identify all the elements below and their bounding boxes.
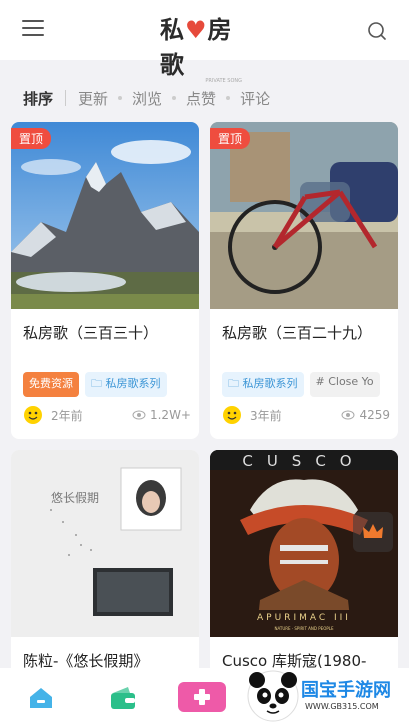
tag-keyword[interactable]: # Close Yo xyxy=(309,372,380,397)
menu-icon[interactable] xyxy=(22,20,44,38)
pinned-badge: 置顶 xyxy=(210,128,251,149)
logo-text-a: 私 xyxy=(160,15,185,44)
sort-option-views[interactable]: 浏览 xyxy=(132,88,162,109)
post-card[interactable]: 置顶 私房歌（三百二十九） 🗀 私房歌系列 # Close Yo 3年前 425… xyxy=(210,122,398,439)
sort-bar: 排序 更新 浏览 点赞 评论 xyxy=(0,86,409,110)
post-time: 3年前 xyxy=(250,408,282,423)
album-title-text: CUSCO xyxy=(242,452,365,470)
watermark-text: 国宝手游网 xyxy=(301,680,391,701)
post-time: 2年前 xyxy=(51,408,83,423)
view-count: 1.2W+ xyxy=(149,408,191,422)
avatar[interactable] xyxy=(23,405,43,425)
watermark-url: WWW.GB315.COM xyxy=(305,702,379,711)
add-post-icon[interactable] xyxy=(178,682,226,712)
pinned-badge: 置顶 xyxy=(11,128,52,149)
post-cover-image[interactable]: 置顶 xyxy=(11,122,199,309)
post-title[interactable]: 私房歌（三百二十九） xyxy=(222,322,372,343)
eye-icon xyxy=(132,410,146,420)
album-caption-text: NATURE · SPIRIT AND PEOPLE xyxy=(274,626,334,631)
sort-divider xyxy=(65,90,67,106)
tag-category-label: 私房歌系列 xyxy=(105,377,161,390)
sort-dot xyxy=(226,96,231,100)
sort-option-update[interactable]: 更新 xyxy=(78,88,108,109)
sort-dot xyxy=(172,96,177,100)
site-watermark: 国宝手游网 WWW.GB315.COM xyxy=(243,662,409,728)
sort-title: 排序 xyxy=(23,89,54,108)
vip-floating-button[interactable] xyxy=(353,512,393,552)
view-count: 4259 xyxy=(359,408,390,422)
post-card[interactable]: 悠长假期 陈粒-《悠长假期》 xyxy=(11,450,199,680)
avatar[interactable] xyxy=(222,405,242,425)
tag-category[interactable]: 🗀 私房歌系列 xyxy=(222,372,304,397)
post-cover-image[interactable]: 置顶 xyxy=(210,122,398,309)
tag-category-label: 私房歌系列 xyxy=(242,377,298,390)
album-subtitle-text: APURIMAC III xyxy=(257,613,351,623)
post-card[interactable]: 置顶 私房歌（三百三十） 免费资源 🗀 私房歌系列 2年前 1.2W+ xyxy=(11,122,199,439)
album-script: 悠长假期 xyxy=(51,490,99,505)
crown-icon xyxy=(363,524,383,538)
sort-option-comments[interactable]: 评论 xyxy=(240,88,270,109)
post-cover-image[interactable]: 悠长假期 xyxy=(11,450,199,637)
eye-icon xyxy=(341,410,355,420)
search-icon[interactable] xyxy=(367,21,387,41)
app-logo[interactable]: 私♥房歌 PRIVATE SONG xyxy=(160,10,252,84)
tag-category[interactable]: 🗀 私房歌系列 xyxy=(85,372,167,397)
wallet-icon[interactable] xyxy=(108,685,138,711)
sort-option-likes[interactable]: 点赞 xyxy=(186,88,216,109)
panda-icon xyxy=(247,670,299,722)
home-icon[interactable] xyxy=(27,686,55,710)
sort-dot xyxy=(118,96,123,100)
post-title[interactable]: 私房歌（三百三十） xyxy=(23,322,158,343)
post-card[interactable]: CUSCO APURIMAC III NATURE · SPIRIT AND P… xyxy=(210,450,398,680)
tag-free-resource[interactable]: 免费资源 xyxy=(23,372,79,397)
top-bar: 私♥房歌 PRIVATE SONG xyxy=(0,0,409,84)
